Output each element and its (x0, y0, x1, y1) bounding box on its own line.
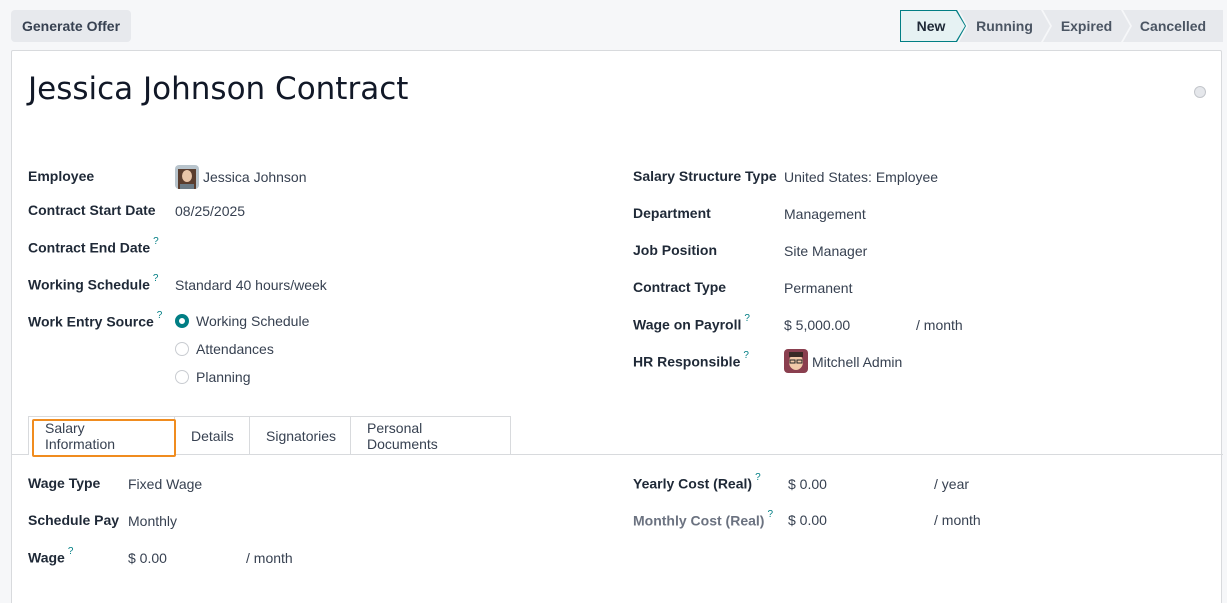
radio-attendances[interactable] (175, 342, 189, 356)
wage-field[interactable]: $ 0.00 (128, 550, 167, 566)
wage-type-field[interactable]: Fixed Wage (128, 476, 202, 492)
control-panel: Generate Offer New Running Expired Cance… (0, 0, 1227, 50)
yearly-cost-unit: / year (934, 476, 970, 492)
status-bar: New Running Expired Cancelled (900, 10, 1223, 42)
working-schedule-label: Working Schedule? (28, 273, 159, 293)
schedule-pay-field[interactable]: Monthly (128, 513, 177, 529)
help-icon[interactable]: ? (743, 350, 749, 361)
status-step-cancelled[interactable]: Cancelled (1123, 10, 1223, 42)
kanban-state-indicator[interactable] (1194, 86, 1206, 98)
hr-responsible-value[interactable]: Mitchell Admin (812, 354, 902, 370)
yearly-cost-field: $ 0.00 (788, 476, 827, 492)
department-field[interactable]: Management (784, 206, 866, 222)
help-icon[interactable]: ? (744, 313, 750, 324)
radio-label-attendances[interactable]: Attendances (196, 341, 274, 357)
status-step-new[interactable]: New (900, 10, 966, 42)
help-icon[interactable]: ? (153, 236, 159, 247)
radio-label-planning[interactable]: Planning (196, 369, 251, 385)
contract-end-date-label: Contract End Date? (28, 236, 159, 256)
schedule-pay-label: Schedule Pay (28, 512, 120, 528)
job-position-field[interactable]: Site Manager (784, 243, 867, 259)
working-schedule-field[interactable]: Standard 40 hours/week (175, 277, 327, 293)
help-icon[interactable]: ? (153, 273, 159, 284)
radio-label-working-schedule[interactable]: Working Schedule (196, 313, 309, 329)
wage-on-payroll-field[interactable]: $ 5,000.00 (784, 317, 850, 333)
hr-responsible-avatar (784, 349, 808, 373)
contract-type-label: Contract Type (633, 279, 727, 295)
tab-personal-documents[interactable]: Personal Documents (351, 416, 511, 455)
generate-offer-button[interactable]: Generate Offer (11, 10, 132, 42)
work-entry-source-label: Work Entry Source? (28, 310, 163, 330)
contract-start-date-field[interactable]: 08/25/2025 (175, 203, 245, 219)
tab-details[interactable]: Details (175, 416, 250, 455)
monthly-cost-field: $ 0.00 (788, 512, 827, 528)
tab-focus-highlight (32, 419, 176, 457)
help-icon[interactable]: ? (157, 310, 163, 321)
employee-avatar (175, 165, 199, 189)
radio-working-schedule[interactable] (175, 314, 189, 328)
contract-type-field[interactable]: Permanent (784, 280, 852, 296)
hr-responsible-label: HR Responsible? (633, 350, 749, 370)
radio-planning[interactable] (175, 370, 189, 384)
contract-start-date-label: Contract Start Date (28, 202, 156, 218)
employee-value[interactable]: Jessica Johnson (203, 169, 307, 185)
salary-structure-type-field[interactable]: United States: Employee (784, 169, 938, 185)
help-icon[interactable]: ? (755, 472, 761, 483)
yearly-cost-label: Yearly Cost (Real)? (633, 472, 761, 492)
monthly-cost-label: Monthly Cost (Real)? (633, 509, 774, 529)
wage-on-payroll-label: Wage on Payroll? (633, 313, 750, 333)
wage-label: Wage? (28, 546, 74, 566)
help-icon[interactable]: ? (68, 546, 74, 557)
department-label: Department (633, 205, 711, 221)
tab-signatories[interactable]: Signatories (250, 416, 351, 455)
status-step-running[interactable]: Running (959, 10, 1050, 42)
form-sheet: Jessica Johnson Contract Employee Jessic… (11, 50, 1223, 603)
employee-label: Employee (28, 168, 95, 184)
help-icon[interactable]: ? (767, 509, 773, 520)
wage-on-payroll-unit: / month (916, 317, 963, 333)
job-position-label: Job Position (633, 242, 717, 258)
salary-structure-type-label: Salary Structure Type (633, 168, 777, 184)
wage-unit: / month (246, 550, 293, 566)
wage-type-label: Wage Type (28, 475, 101, 491)
monthly-cost-unit: / month (934, 512, 981, 528)
record-title[interactable]: Jessica Johnson Contract (28, 71, 408, 107)
status-step-expired[interactable]: Expired (1043, 10, 1130, 42)
contract-end-date-field[interactable] (175, 239, 375, 259)
